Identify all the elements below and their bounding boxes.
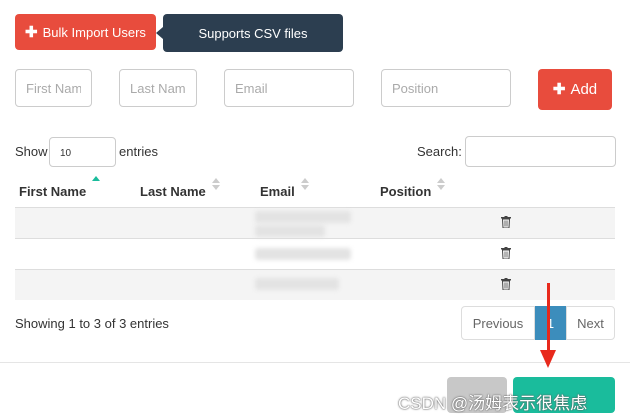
email-redacted (255, 225, 325, 237)
column-last-name[interactable]: Last Name (140, 184, 206, 199)
sort-icon (301, 178, 310, 192)
tooltip-arrow (156, 27, 163, 39)
table-info: Showing 1 to 3 of 3 entries (15, 316, 169, 331)
modal-footer-divider (0, 362, 630, 363)
bulk-import-button[interactable]: ✚ Bulk Import Users (15, 14, 156, 50)
email-input[interactable] (224, 69, 354, 107)
show-label: Show (15, 144, 48, 159)
watermark: CSDN @汤姆表示很焦虑 (398, 394, 588, 413)
plus-icon: ✚ (25, 23, 38, 41)
sort-icon (437, 178, 446, 192)
entries-label: entries (119, 144, 159, 159)
bulk-import-label: Bulk Import Users (42, 24, 146, 40)
column-position[interactable]: Position (380, 184, 431, 199)
email-redacted (255, 248, 351, 260)
annotation-arrow-shaft (547, 283, 550, 353)
trash-icon[interactable] (501, 216, 511, 228)
column-email[interactable]: Email (260, 184, 295, 199)
pagination-previous[interactable]: Previous (461, 306, 535, 340)
column-first-name[interactable]: First Name (19, 184, 86, 199)
search-input[interactable] (465, 136, 616, 167)
last-name-input[interactable] (119, 69, 197, 107)
pagination-next[interactable]: Next (566, 306, 615, 340)
sort-asc-icon (92, 176, 101, 190)
search-label: Search: (417, 144, 462, 159)
email-redacted (255, 211, 351, 223)
add-button[interactable]: ✚ Add (538, 69, 612, 110)
table-row (15, 208, 615, 238)
first-name-input[interactable] (15, 69, 92, 107)
csv-tooltip: Supports CSV files (163, 14, 343, 52)
page-length-select[interactable]: 10 (49, 137, 116, 167)
position-input[interactable] (381, 69, 511, 107)
sort-icon (212, 178, 221, 192)
trash-icon[interactable] (501, 247, 511, 259)
table-row (15, 239, 615, 269)
table-row (15, 270, 615, 300)
annotation-arrow-head (540, 350, 556, 368)
email-redacted (255, 278, 339, 290)
pagination-page-1[interactable]: 1 (535, 306, 566, 340)
add-label: Add (570, 81, 598, 98)
plus-icon: ✚ (552, 81, 566, 98)
trash-icon[interactable] (501, 278, 511, 290)
